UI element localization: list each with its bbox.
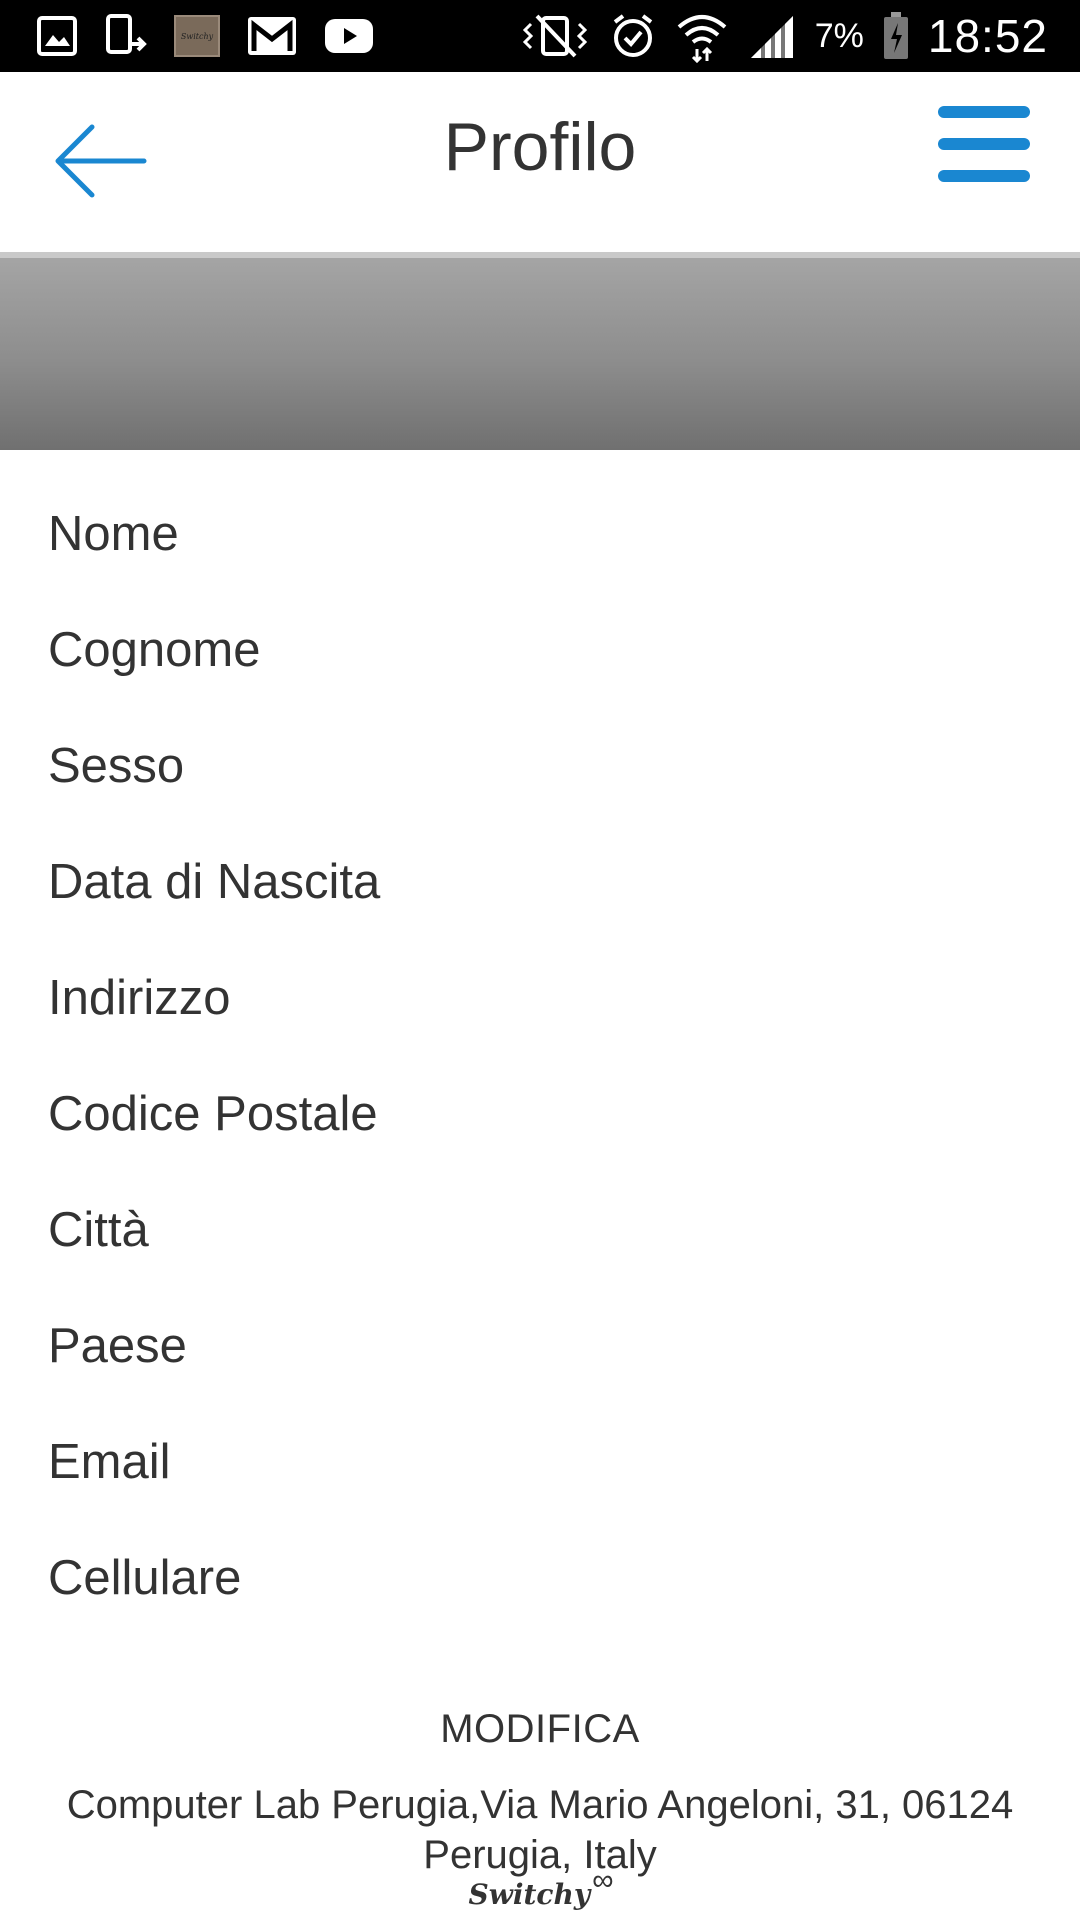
menu-button[interactable]	[938, 106, 1030, 182]
field-cognome[interactable]: Cognome	[48, 592, 1038, 708]
battery-icon	[882, 11, 910, 61]
field-label: Paese	[48, 1319, 187, 1373]
field-label: Sesso	[48, 739, 185, 793]
profile-banner	[0, 252, 1080, 450]
app-thumbnail: Switchy	[174, 15, 220, 57]
wifi-icon	[675, 9, 729, 63]
status-bar-time: 18:52	[927, 10, 1048, 62]
field-label: Città	[48, 1203, 149, 1257]
field-label: Cognome	[48, 623, 261, 677]
brand-logo: Switchy∞	[0, 1864, 1080, 1918]
edit-button[interactable]: MODIFICA	[0, 1707, 1080, 1752]
field-label: Data di Nascita	[48, 855, 381, 909]
app-bar: Profilo	[0, 72, 1080, 252]
status-bar-notifications: Switchy	[36, 12, 374, 60]
field-indirizzo[interactable]: Indirizzo	[48, 940, 1038, 1056]
status-bar: Switchy 7% 18:52	[0, 0, 1080, 72]
address-line-1: Computer Lab Perugia,Via Mario Angeloni,…	[66, 1783, 1014, 1827]
gmail-icon	[246, 15, 298, 57]
gallery-icon	[36, 15, 78, 57]
field-label: Nome	[48, 507, 179, 561]
brand-name: Switchy	[468, 1878, 591, 1911]
page-title: Profilo	[443, 109, 637, 185]
field-label: Cellulare	[48, 1551, 242, 1605]
field-data-di-nascita[interactable]: Data di Nascita	[48, 824, 1038, 940]
address-line-2: Perugia, Italy	[423, 1833, 657, 1877]
youtube-icon	[324, 18, 374, 54]
field-cellulare[interactable]: Cellulare	[48, 1520, 1038, 1636]
field-codice-postale[interactable]: Codice Postale	[48, 1056, 1038, 1172]
profile-fields-list: Nome Cognome Sesso Data di Nascita Indir…	[48, 476, 1038, 1636]
field-sesso[interactable]: Sesso	[48, 708, 1038, 824]
field-label: Indirizzo	[48, 971, 231, 1025]
infinity-icon: ∞	[592, 1864, 614, 1897]
alarm-icon	[609, 12, 657, 60]
footer-address: Computer Lab Perugia,Via Mario Angeloni,…	[20, 1780, 1060, 1880]
vibrate-mute-icon	[519, 12, 591, 60]
field-email[interactable]: Email	[48, 1404, 1038, 1520]
field-label: Email	[48, 1435, 171, 1489]
battery-percent: 7%	[814, 16, 864, 55]
field-nome[interactable]: Nome	[48, 476, 1038, 592]
banner-top-edge	[0, 252, 1080, 258]
field-label: Codice Postale	[48, 1087, 378, 1141]
signal-icon	[747, 12, 797, 60]
phone-transfer-icon	[104, 12, 148, 60]
status-bar-system: 7% 18:52	[519, 8, 1048, 64]
field-paese[interactable]: Paese	[48, 1288, 1038, 1404]
field-citta[interactable]: Città	[48, 1172, 1038, 1288]
